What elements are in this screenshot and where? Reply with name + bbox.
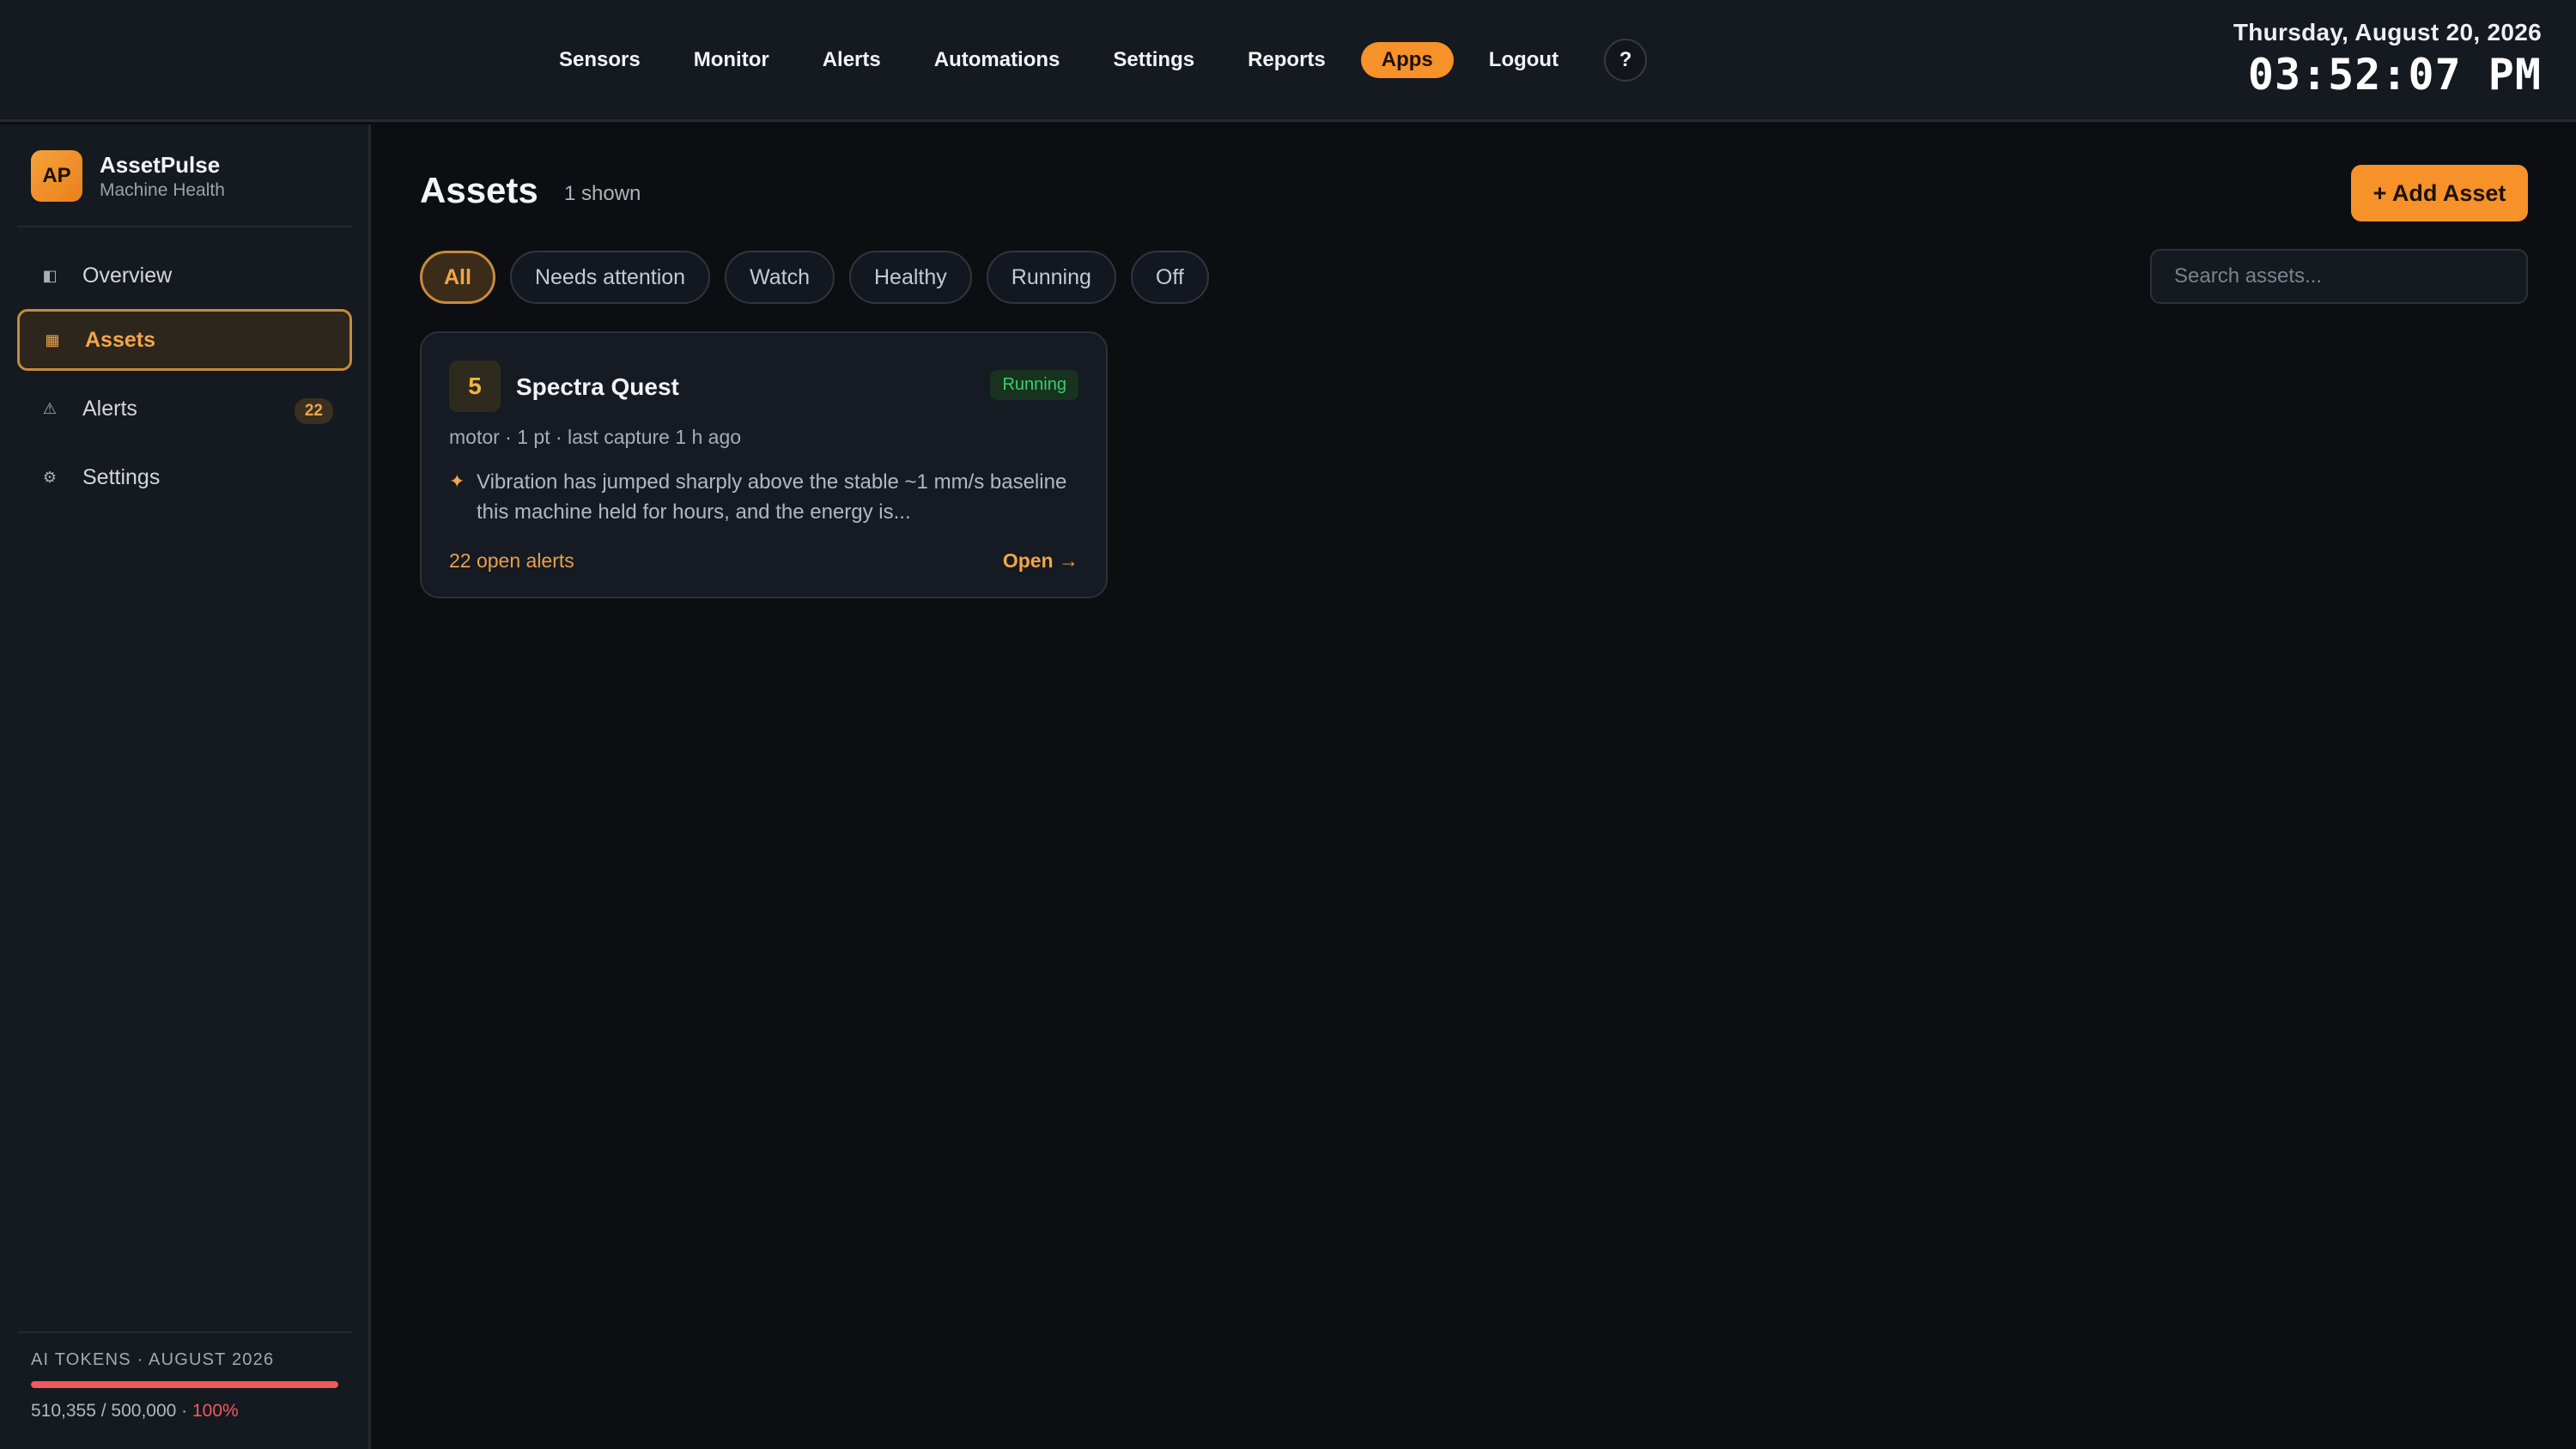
- asset-title: Spectra Quest: [516, 373, 679, 400]
- shown-count: 1 shown: [564, 182, 641, 205]
- grid-icon: ▦: [45, 330, 60, 349]
- token-usage-stats: 510,355 / 500,000 · 100%: [31, 1401, 239, 1422]
- sidebar-item-alerts[interactable]: ⚠ Alerts 22: [17, 378, 352, 440]
- brand-subtitle: Machine Health: [100, 179, 225, 200]
- token-usage-fill: [31, 1381, 338, 1388]
- overview-icon: ◧: [42, 266, 58, 284]
- sparkle-icon: ✦: [449, 470, 465, 492]
- filter-watch[interactable]: Watch: [725, 251, 835, 304]
- sidebar-item-label: Assets: [85, 327, 155, 352]
- filter-chips: All Needs attention Watch Healthy Runnin…: [420, 251, 1224, 304]
- nav-automations[interactable]: Automations: [908, 42, 1087, 78]
- clock-date: Thursday, August 20, 2026: [2233, 19, 2542, 45]
- alerts-count-badge: 22: [294, 398, 333, 424]
- sidebar-item-label: Overview: [82, 263, 173, 288]
- clock-time: 03:52:07 PM: [2247, 50, 2542, 100]
- divider: [17, 1331, 352, 1333]
- filter-healthy[interactable]: Healthy: [849, 251, 972, 304]
- ai-summary: ✦ Vibration has jumped sharply above the…: [449, 467, 1084, 527]
- sidebar-item-label: Settings: [82, 464, 161, 489]
- gear-icon: ⚙: [42, 468, 58, 486]
- search-input[interactable]: [2150, 249, 2528, 304]
- brand-text: AssetPulse Machine Health: [100, 152, 225, 201]
- nav-sensors[interactable]: Sensors: [532, 42, 667, 78]
- sidebar-item-assets[interactable]: ▦ Assets: [17, 309, 352, 371]
- filter-needs-attention[interactable]: Needs attention: [509, 251, 711, 304]
- ai-summary-text: Vibration has jumped sharply above the s…: [477, 470, 1067, 524]
- nav-reports[interactable]: Reports: [1221, 42, 1352, 78]
- nav-settings[interactable]: Settings: [1086, 42, 1221, 78]
- asset-meta: motor · 1 pt · last capture 1 h ago: [449, 426, 742, 448]
- token-usage-count: 510,355 / 500,000 ·: [31, 1401, 192, 1421]
- brand-name: AssetPulse: [100, 151, 221, 178]
- nav-apps[interactable]: Apps: [1360, 42, 1454, 78]
- sidebar: AP AssetPulse Machine Health ◧ Overview …: [0, 124, 371, 1449]
- help-button[interactable]: ?: [1604, 39, 1648, 82]
- token-usage-bar: [31, 1381, 338, 1388]
- sidebar-item-overview[interactable]: ◧ Overview: [17, 245, 352, 306]
- top-bar: Sensors Monitor Alerts Automations Setti…: [0, 0, 2576, 122]
- nav-monitor[interactable]: Monitor: [667, 42, 796, 78]
- open-asset-link[interactable]: Open →: [1003, 549, 1078, 573]
- sidebar-item-label: Alerts: [82, 396, 137, 421]
- token-usage-percent: 100%: [192, 1401, 239, 1421]
- brand: AP AssetPulse Machine Health: [31, 150, 225, 202]
- filter-all[interactable]: All: [420, 251, 495, 304]
- status-badge: Running: [990, 370, 1078, 400]
- page-title: Assets: [420, 170, 538, 210]
- nav-alerts[interactable]: Alerts: [796, 42, 908, 78]
- add-asset-button[interactable]: + Add Asset: [2351, 165, 2528, 221]
- filter-off[interactable]: Off: [1130, 251, 1209, 304]
- asset-number-badge: 5: [449, 361, 501, 412]
- asset-card[interactable]: 5 Spectra Quest Running motor · 1 pt · l…: [420, 331, 1108, 598]
- filter-running[interactable]: Running: [986, 251, 1116, 304]
- sidebar-item-settings[interactable]: ⚙ Settings: [17, 446, 352, 508]
- divider: [17, 226, 352, 227]
- open-alerts-link[interactable]: 22 open alerts: [449, 549, 574, 573]
- top-nav: Sensors Monitor Alerts Automations Setti…: [532, 38, 1648, 82]
- brand-logo: AP: [31, 150, 82, 202]
- warning-icon: ⚠: [42, 399, 58, 417]
- clock: Thursday, August 20, 2026 03:52:07 PM: [2233, 19, 2542, 100]
- logout-link[interactable]: Logout: [1462, 42, 1585, 78]
- token-usage-label: AI TOKENS · AUGUST 2026: [31, 1350, 275, 1369]
